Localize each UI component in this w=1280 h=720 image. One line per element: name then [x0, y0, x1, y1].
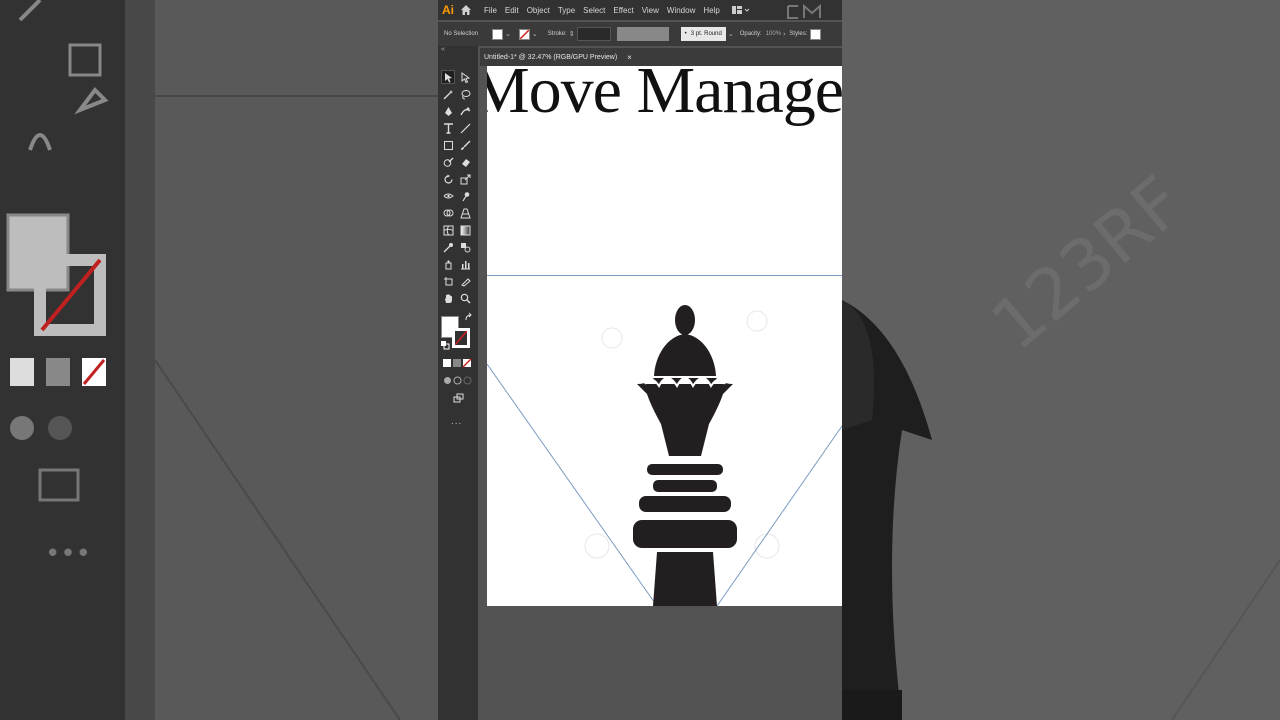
background-queen-zoom: 123RF	[842, 161, 1280, 720]
watermark-logo-icon	[787, 4, 821, 19]
width-tool-icon[interactable]	[441, 189, 455, 203]
artboard[interactable]: Move Management	[487, 66, 842, 606]
menu-file[interactable]: File	[484, 6, 497, 15]
chevron-right-icon[interactable]: ›	[783, 31, 785, 38]
stroke-color-swatch[interactable]	[518, 28, 530, 40]
menu-view[interactable]: View	[642, 6, 659, 15]
chevron-down-icon[interactable]: ⌄	[532, 30, 538, 38]
column-graph-tool-icon[interactable]	[458, 257, 472, 271]
zoom-tool-icon[interactable]	[458, 291, 472, 305]
menu-object[interactable]: Object	[527, 6, 550, 15]
stroke-color-box[interactable]	[452, 328, 470, 348]
document-tab-bar: Untitled-1* @ 32.47% (RGB/GPU Preview) ×	[480, 48, 842, 66]
chevron-down-icon[interactable]: ⌄	[728, 30, 734, 38]
mesh-tool-icon[interactable]	[441, 223, 455, 237]
stroke-label: Stroke:	[547, 31, 567, 37]
lasso-tool-icon[interactable]	[458, 87, 472, 101]
symbol-sprayer-tool-icon[interactable]	[441, 257, 455, 271]
swap-fill-stroke-icon[interactable]	[462, 310, 476, 324]
graphic-style-swatch[interactable]	[810, 28, 822, 40]
workspace-switcher-icon[interactable]	[731, 5, 750, 15]
none-mode-icon[interactable]	[460, 356, 474, 370]
default-fill-stroke-icon[interactable]	[438, 338, 452, 352]
curvature-tool-icon[interactable]	[458, 104, 472, 118]
gradient-tool-icon[interactable]	[458, 223, 472, 237]
svg-text:•••: •••	[45, 539, 91, 569]
background-tool-shapes: •••	[6, 0, 401, 720]
opacity-label: Opacity:	[739, 31, 762, 37]
stroke-weight-field[interactable]	[576, 27, 611, 41]
chevron-down-icon[interactable]: ⌄	[505, 30, 511, 38]
scale-tool-icon[interactable]	[458, 172, 472, 186]
svg-text:123RF: 123RF	[976, 161, 1199, 367]
control-bar: No Selection ⌄ ⌄ Stroke: ⇕ • 3 pt. Round…	[438, 22, 842, 46]
tools-panel: « ...	[438, 46, 478, 720]
shape-builder-tool-icon[interactable]	[441, 206, 455, 220]
hand-tool-icon[interactable]	[441, 291, 455, 305]
type-tool-icon[interactable]	[441, 121, 455, 135]
fill-color-swatch[interactable]	[492, 28, 504, 40]
illustrator-window: Ai File Edit Object Type Select Effect V…	[438, 0, 842, 720]
selection-tool-icon[interactable]	[441, 70, 455, 84]
menu-bar: Ai File Edit Object Type Select Effect V…	[438, 0, 842, 20]
pen-tool-icon[interactable]	[441, 104, 455, 118]
artboard-tool-icon[interactable]	[441, 274, 455, 288]
magic-wand-tool-icon[interactable]	[441, 87, 455, 101]
brush-value: 3 pt. Round	[690, 31, 722, 37]
puppet-warp-tool-icon[interactable]	[458, 189, 472, 203]
edit-toolbar-icon[interactable]: ...	[451, 416, 462, 427]
paintbrush-tool-icon[interactable]	[458, 138, 472, 152]
change-screen-mode-icon[interactable]	[451, 391, 465, 405]
close-icon[interactable]: ×	[627, 53, 632, 62]
document-tab[interactable]: Untitled-1* @ 32.47% (RGB/GPU Preview)	[480, 54, 617, 61]
menu-select[interactable]: Select	[583, 6, 605, 15]
menu-help[interactable]: Help	[703, 6, 719, 15]
selection-status: No Selection	[444, 31, 479, 37]
eraser-tool-icon[interactable]	[458, 155, 472, 169]
perspective-grid-tool-icon[interactable]	[458, 206, 472, 220]
queen-chess-piece-artwork[interactable]	[487, 66, 842, 606]
menu-type[interactable]: Type	[558, 6, 575, 15]
slice-tool-icon[interactable]	[458, 274, 472, 288]
draw-inside-icon[interactable]	[460, 373, 474, 387]
canvas-area[interactable]: Move Management	[480, 66, 842, 720]
eyedropper-tool-icon[interactable]	[441, 240, 455, 254]
collapse-panel-icon[interactable]: «	[438, 46, 478, 56]
menu-window[interactable]: Window	[667, 6, 695, 15]
variable-width-profile[interactable]	[616, 27, 669, 41]
rotate-tool-icon[interactable]	[441, 172, 455, 186]
stepper-icon[interactable]: ⇕	[569, 30, 575, 38]
menu-effect[interactable]: Effect	[613, 6, 633, 15]
home-icon[interactable]	[460, 3, 474, 17]
line-segment-tool-icon[interactable]	[458, 121, 472, 135]
background-right-zoom: 123RF	[842, 0, 1280, 720]
brush-definition-dropdown[interactable]: • 3 pt. Round	[680, 27, 726, 41]
menu-edit[interactable]: Edit	[505, 6, 519, 15]
direct-selection-tool-icon[interactable]	[458, 70, 472, 84]
app-logo: Ai	[442, 3, 454, 17]
blend-tool-icon[interactable]	[458, 240, 472, 254]
styles-label: Styles:	[789, 31, 808, 37]
rectangle-tool-icon[interactable]	[441, 138, 455, 152]
opacity-value[interactable]: 100%	[766, 31, 781, 37]
background-left-zoom: •••	[0, 0, 438, 720]
shaper-tool-icon[interactable]	[441, 155, 455, 169]
dot-icon: •	[684, 31, 687, 37]
